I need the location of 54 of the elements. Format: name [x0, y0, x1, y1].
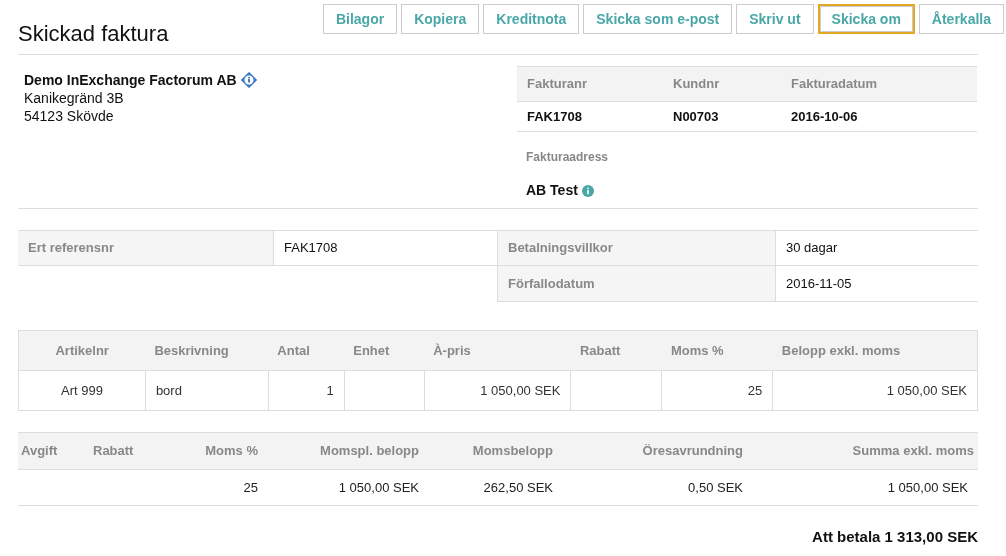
- action-button[interactable]: Skriv ut: [736, 4, 814, 34]
- table-cell: FAK1708: [527, 108, 582, 124]
- detail-label: Ert referensnr: [18, 230, 273, 266]
- table-cell: 0,50 SEK: [557, 469, 747, 506]
- column-header: Rabatt: [85, 432, 145, 470]
- detail-label: Betalningsvillkor: [497, 230, 775, 266]
- column-header: Rabatt: [570, 330, 662, 371]
- table-cell: 2016-10-06: [791, 108, 858, 124]
- table-cell: Art 999: [18, 370, 146, 411]
- sender-street: Kanikegränd 3B: [24, 89, 125, 107]
- table-cell: 25: [145, 469, 262, 506]
- table-cell: N00703: [673, 108, 719, 124]
- detail-label: Förfallodatum: [497, 266, 775, 302]
- detail-value: 2016-11-05: [775, 266, 978, 302]
- table-cell: 262,50 SEK: [423, 469, 557, 506]
- action-button[interactable]: Kopiera: [401, 4, 480, 34]
- column-header: Belopp exkl. moms: [772, 330, 978, 371]
- column-header: Fakturanr: [527, 76, 587, 92]
- action-button[interactable]: Kreditnota: [483, 4, 580, 34]
- info-icon[interactable]: [581, 184, 594, 197]
- column-header: Moms %: [145, 432, 262, 470]
- table-cell: 25: [661, 370, 773, 411]
- total-amount: Att betala 1 313,00 SEK: [812, 527, 978, 547]
- column-header: Momspl. belopp: [262, 432, 423, 470]
- column-header: Beskrivning: [145, 330, 269, 371]
- detail-value: 30 dagar: [775, 230, 978, 266]
- column-header: Summa exkl. moms: [747, 432, 978, 470]
- column-header: Antal: [268, 330, 345, 371]
- table-cell: 1 050,00 SEK: [747, 469, 978, 506]
- column-header: Enhet: [344, 330, 425, 371]
- address-label: Fakturaadress: [526, 149, 609, 166]
- table-cell: bord: [145, 370, 269, 411]
- info-icon[interactable]: [240, 72, 257, 88]
- table-cell: 1 050,00 SEK: [772, 370, 978, 411]
- column-header: Avgift: [18, 432, 85, 470]
- sender-name: Demo InExchange Factorum AB: [24, 71, 237, 89]
- detail-value: FAK1708: [273, 230, 497, 266]
- page-title: Skickad faktura: [18, 20, 169, 48]
- table-cell: 1 050,00 SEK: [262, 469, 423, 506]
- sender-city: 54123 Skövde: [24, 107, 115, 125]
- column-header: À-pris: [424, 330, 571, 371]
- column-header: Moms %: [661, 330, 773, 371]
- action-button[interactable]: Bilagor: [322, 4, 398, 34]
- column-header: Momsbelopp: [423, 432, 557, 470]
- address-name: AB Test: [526, 181, 578, 200]
- table-cell: 1: [268, 370, 345, 411]
- column-header: Artikelnr: [18, 330, 146, 371]
- action-button[interactable]: Skicka som e-post: [583, 4, 733, 34]
- column-header: Kundnr: [673, 76, 720, 92]
- action-button[interactable]: Återkalla: [918, 4, 1004, 34]
- column-header: Fakturadatum: [791, 76, 877, 92]
- action-button[interactable]: Skicka om: [817, 4, 915, 34]
- table-cell: 1 050,00 SEK: [424, 370, 571, 411]
- column-header: Öresavrundning: [557, 432, 747, 470]
